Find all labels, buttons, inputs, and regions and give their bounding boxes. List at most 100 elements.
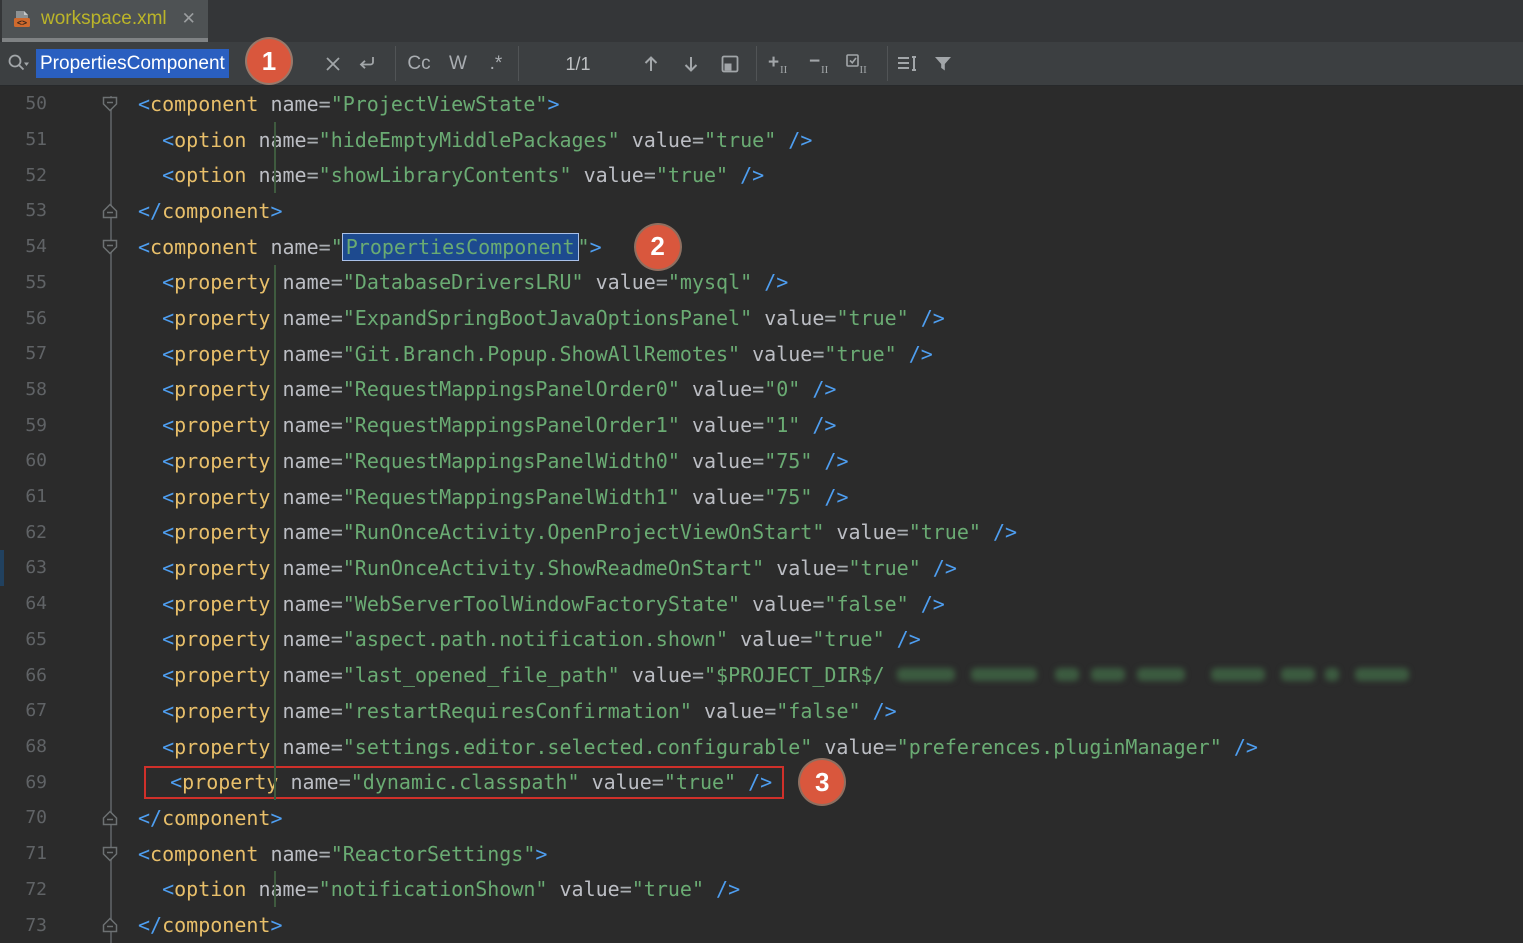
code-text[interactable]: <property name="RequestMappingsPanelWidt… (128, 479, 1523, 515)
gutter-fold-column (62, 550, 128, 586)
code-line-68[interactable]: 68 <property name="settings.editor.selec… (0, 729, 1523, 765)
code-token (270, 627, 282, 651)
code-line-64[interactable]: 64 <property name="WebServerToolWindowFa… (0, 586, 1523, 622)
code-text[interactable]: </component> (128, 800, 1523, 836)
code-text[interactable]: <option name="showLibraryContents" value… (128, 157, 1523, 193)
code-token: = (319, 842, 331, 866)
code-token: /> (933, 556, 957, 580)
code-token (680, 377, 692, 401)
search-icon[interactable] (4, 50, 32, 78)
code-token: property (174, 592, 270, 616)
code-token (270, 485, 282, 509)
line-number: 54 (0, 236, 62, 257)
code-line-56[interactable]: 56 <property name="ExpandSpringBootJavaO… (0, 300, 1523, 336)
filter-icon[interactable] (929, 50, 957, 78)
code-editor[interactable]: 50<component name="ProjectViewState">51 … (0, 86, 1523, 943)
code-line-60[interactable]: 60 <property name="RequestMappingsPanelW… (0, 443, 1523, 479)
words-toggle[interactable]: W (444, 50, 472, 78)
code-token: /> (824, 485, 848, 509)
previous-occurrence-icon[interactable] (637, 50, 665, 78)
code-text[interactable]: </component> (128, 907, 1523, 943)
code-line-59[interactable]: 59 <property name="RequestMappingsPanelO… (0, 407, 1523, 443)
indent-guide (274, 336, 276, 372)
code-text[interactable]: <property name="last_opened_file_path" v… (128, 657, 1523, 693)
code-line-66[interactable]: 66 <property name="last_opened_file_path… (0, 657, 1523, 693)
code-token: property (174, 413, 270, 437)
code-line-62[interactable]: 62 <property name="RunOnceActivity.OpenP… (0, 514, 1523, 550)
code-token (246, 163, 258, 187)
code-text[interactable]: <property name="RequestMappingsPanelOrde… (128, 407, 1523, 443)
search-in-selection-icon[interactable] (893, 50, 921, 78)
code-line-63[interactable]: 63 <property name="RunOnceActivity.ShowR… (0, 550, 1523, 586)
match-case-toggle[interactable]: Cc (403, 50, 435, 78)
code-line-51[interactable]: 51 <option name="hideEmptyMiddlePackages… (0, 122, 1523, 158)
code-line-67[interactable]: 67 <property name="restartRequiresConfir… (0, 693, 1523, 729)
tab-workspace-xml[interactable]: <> workspace.xml ✕ (2, 0, 208, 38)
code-line-55[interactable]: 55 <property name="DatabaseDriversLRU" v… (0, 265, 1523, 301)
add-occurrence-icon[interactable]: + II (765, 50, 793, 78)
code-text[interactable]: <property name="RunOnceActivity.ShowRead… (128, 550, 1523, 586)
regex-toggle[interactable]: .* (482, 50, 510, 78)
line-number: 68 (0, 736, 62, 757)
code-text[interactable]: <component name="ReactorSettings"> (128, 836, 1523, 872)
code-text[interactable]: <option name="hideEmptyMiddlePackages" v… (128, 122, 1523, 158)
close-icon[interactable]: ✕ (182, 9, 196, 29)
search-match-highlight: PropertiesComponent (342, 233, 579, 261)
code-line-53[interactable]: 53</component> (0, 193, 1523, 229)
code-token: property (174, 520, 270, 544)
code-token: "0" (764, 377, 800, 401)
line-number: 73 (0, 915, 62, 936)
code-token: "settings.editor.selected.configurable" (343, 735, 813, 759)
code-text[interactable]: <property name="Git.Branch.Popup.ShowAll… (128, 336, 1523, 372)
code-token: > (590, 235, 602, 259)
code-line-57[interactable]: 57 <property name="Git.Branch.Popup.Show… (0, 336, 1523, 372)
code-token: > (547, 92, 559, 116)
code-line-69[interactable]: 69 <property name="dynamic.classpath" va… (0, 764, 1523, 800)
code-token: = (824, 306, 836, 330)
code-text[interactable]: <property name="ExpandSpringBootJavaOpti… (128, 300, 1523, 336)
code-line-72[interactable]: 72 <option name="notificationShown" valu… (0, 871, 1523, 907)
svg-text:+: + (768, 52, 779, 73)
clear-search-icon[interactable] (319, 50, 347, 78)
indent-guide (274, 300, 276, 336)
code-line-65[interactable]: 65 <property name="aspect.path.notificat… (0, 622, 1523, 658)
code-token: "true" (632, 877, 704, 901)
code-text[interactable]: <property name="dynamic.classpath" value… (128, 764, 1523, 800)
remove-occurrence-icon[interactable]: − II (806, 50, 834, 78)
select-all-occurrences-icon[interactable]: II (843, 50, 871, 78)
code-line-73[interactable]: 73 </component> (0, 907, 1523, 943)
next-occurrence-icon[interactable] (677, 50, 705, 78)
code-line-52[interactable]: 52 <option name="showLibraryContents" va… (0, 157, 1523, 193)
code-text[interactable]: </component> (128, 193, 1523, 229)
code-text[interactable]: <component name="ProjectViewState"> (128, 86, 1523, 122)
code-token: "true" (656, 163, 728, 187)
code-line-61[interactable]: 61 <property name="RequestMappingsPanelW… (0, 479, 1523, 515)
code-token: = (307, 163, 319, 187)
code-token (800, 377, 812, 401)
code-text[interactable]: <option name="notificationShown" value="… (128, 871, 1523, 907)
code-text[interactable]: <component name="PropertiesComponent">2 (128, 229, 1523, 265)
code-text[interactable]: <property name="restartRequiresConfirmat… (128, 693, 1523, 729)
code-text[interactable]: <property name="RunOnceActivity.OpenProj… (128, 514, 1523, 550)
code-token: option (174, 877, 246, 901)
code-line-70[interactable]: 70</component> (0, 800, 1523, 836)
search-input[interactable]: PropertiesComponent (36, 49, 229, 78)
code-text[interactable]: <property name="WebServerToolWindowFacto… (128, 586, 1523, 622)
code-text[interactable]: <property name="aspect.path.notification… (128, 622, 1523, 658)
code-token: component (150, 842, 258, 866)
code-text[interactable]: <property name="RequestMappingsPanelWidt… (128, 443, 1523, 479)
line-number: 63 (0, 557, 62, 578)
code-text[interactable]: <property name="settings.editor.selected… (128, 729, 1523, 765)
code-token: /> (1234, 735, 1258, 759)
svg-text:−: − (809, 51, 820, 72)
code-line-50[interactable]: 50<component name="ProjectViewState"> (0, 86, 1523, 122)
code-text[interactable]: <property name="DatabaseDriversLRU" valu… (128, 265, 1523, 301)
code-line-71[interactable]: 71 <component name="ReactorSettings"> (0, 836, 1523, 872)
newline-icon[interactable] (353, 50, 381, 78)
line-number: 71 (0, 843, 62, 864)
find-all-icon[interactable] (716, 50, 744, 78)
code-text[interactable]: <property name="RequestMappingsPanelOrde… (128, 372, 1523, 408)
code-line-58[interactable]: 58 <property name="RequestMappingsPanelO… (0, 372, 1523, 408)
match-count: 1/1 (545, 50, 611, 78)
code-line-54[interactable]: 54 <component name="PropertiesComponent">… (0, 229, 1523, 265)
